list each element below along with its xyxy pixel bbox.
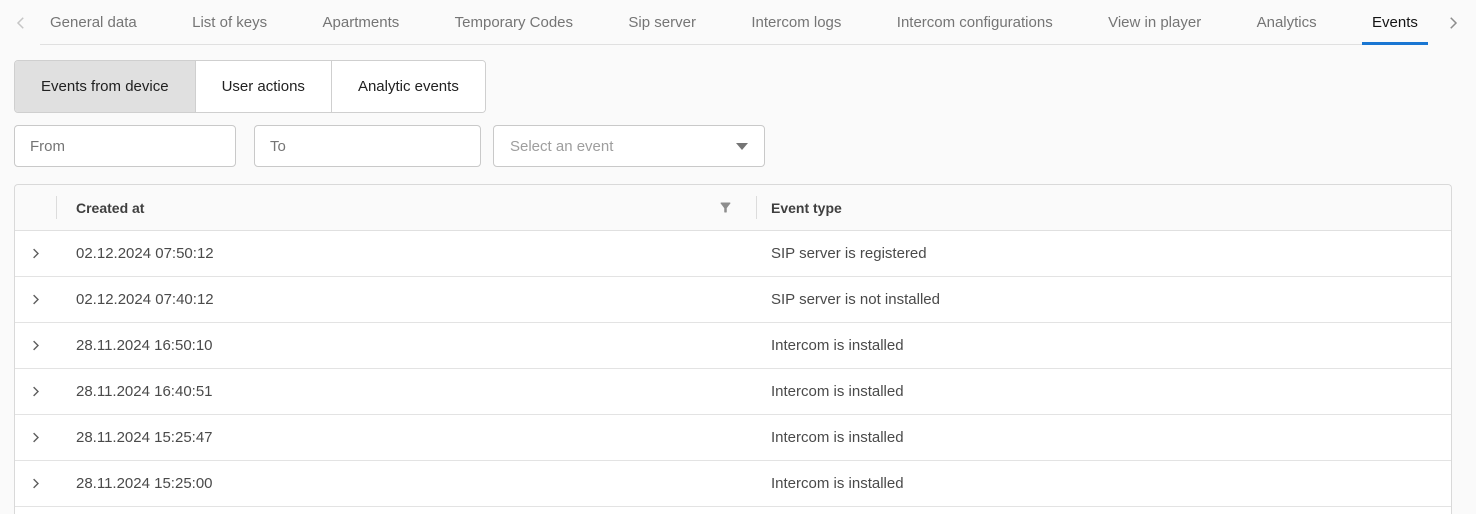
created-at-value: 02.12.2024 07:50:12 [76, 245, 214, 262]
table-header-row: Created at Event type [15, 185, 1451, 231]
nav-tab-label: Temporary Codes [455, 14, 573, 31]
chevron-right-icon [28, 430, 43, 445]
table-row[interactable]: 02.12.2024 07:40:12 SIP server is not in… [15, 277, 1451, 323]
table-row[interactable]: 28.11.2024 16:50:10 Intercom is installe… [15, 323, 1451, 369]
chevron-left-icon [12, 14, 30, 32]
nav-tab[interactable]: Analytics [1247, 0, 1327, 44]
nav-tab-label: Analytics [1257, 14, 1317, 31]
created-at-value: 28.11.2024 16:50:10 [76, 337, 213, 354]
nav-tab-label: Sip server [628, 14, 696, 31]
expand-column-header [15, 185, 56, 230]
event-type-value: Intercom is installed [771, 429, 904, 446]
created-at-value: 28.11.2024 16:40:51 [76, 383, 213, 400]
nav-tab[interactable]: Temporary Codes [445, 0, 583, 44]
chevron-right-icon [28, 246, 43, 261]
event-type-cell: Intercom is installed [756, 461, 1451, 506]
event-source-tab-group: Events from device User actions Analytic… [14, 60, 486, 113]
tabs-scroll-left-button[interactable] [12, 0, 30, 45]
table-row[interactable]: 28.11.2024 15:25:47 Intercom is installe… [15, 415, 1451, 461]
created-at-value: 28.11.2024 15:25:00 [76, 475, 213, 492]
created-at-cell: 28.11.2024 15:25:00 [56, 461, 756, 506]
nav-tab[interactable]: Sip server [618, 0, 706, 44]
created-at-cell: 02.12.2024 07:40:12 [56, 277, 756, 322]
event-source-tab[interactable]: Events from device [15, 61, 195, 112]
row-expand-button[interactable] [15, 231, 56, 276]
event-type-value: Intercom is installed [771, 337, 904, 354]
table-row[interactable]: 28.11.2024 15:25:00 Intercom is installe… [15, 461, 1451, 507]
event-source-tab-label: Events from device [41, 78, 169, 95]
nav-tab[interactable]: List of keys [182, 0, 277, 44]
event-type-value: Intercom is installed [771, 475, 904, 492]
nav-tab[interactable]: Intercom logs [741, 0, 851, 44]
events-table: Created at Event type [14, 184, 1452, 514]
nav-tab-label: Intercom configurations [897, 14, 1053, 31]
row-expand-button[interactable] [15, 415, 56, 460]
row-expand-button[interactable] [15, 277, 56, 322]
nav-tab[interactable]: Intercom configurations [887, 0, 1063, 44]
expand-cell [15, 369, 56, 414]
created-at-header-label: Created at [76, 200, 144, 216]
created-at-cell: 28.11.2024 16:50:10 [56, 323, 756, 368]
created-at-value: 28.11.2024 15:25:47 [76, 429, 213, 446]
event-source-tab[interactable]: User actions [195, 61, 331, 112]
expand-cell [15, 323, 56, 368]
date-from-input[interactable] [14, 125, 236, 167]
chevron-right-icon [28, 292, 43, 307]
date-to-input[interactable] [254, 125, 481, 167]
created-at-value: 02.12.2024 07:40:12 [76, 291, 214, 308]
top-tab-bar: General data List of keys Apartments Tem… [0, 0, 1476, 46]
chevron-right-icon [28, 476, 43, 491]
event-type-cell: Intercom is installed [756, 323, 1451, 368]
table-row[interactable]: 02.12.2024 07:50:12 SIP server is regist… [15, 231, 1451, 277]
event-source-tab[interactable]: Analytic events [331, 61, 485, 112]
expand-cell [15, 415, 56, 460]
event-type-value: Intercom is installed [771, 383, 904, 400]
nav-tab-label: View in player [1108, 14, 1201, 31]
event-type-cell: SIP server is registered [756, 231, 1451, 276]
nav-tab-label: Events [1372, 14, 1418, 31]
chevron-right-icon [28, 338, 43, 353]
created-at-column-header: Created at [56, 185, 756, 230]
created-at-cell: 28.11.2024 16:40:51 [56, 369, 756, 414]
expand-cell [15, 277, 56, 322]
nav-tab[interactable]: View in player [1098, 0, 1211, 44]
nav-tab-label: List of keys [192, 14, 267, 31]
expand-cell [15, 231, 56, 276]
filter-funnel-icon[interactable] [718, 200, 733, 215]
event-type-select-placeholder: Select an event [510, 138, 613, 155]
expand-cell [15, 461, 56, 506]
nav-tab-label: Apartments [323, 14, 400, 31]
filters-bar: Select an event [14, 125, 1476, 167]
event-type-value: SIP server is registered [771, 245, 927, 262]
nav-tab[interactable]: General data [40, 0, 147, 44]
table-row[interactable]: 28.11.2024 16:40:51 Intercom is installe… [15, 369, 1451, 415]
event-type-cell: Intercom is installed [756, 369, 1451, 414]
nav-tab[interactable]: Apartments [313, 0, 410, 44]
table-body: 02.12.2024 07:50:12 SIP server is regist… [15, 231, 1451, 507]
event-type-value: SIP server is not installed [771, 291, 940, 308]
event-type-select[interactable]: Select an event [493, 125, 765, 167]
row-expand-button[interactable] [15, 461, 56, 506]
event-type-cell: Intercom is installed [756, 415, 1451, 460]
tab-list: General data List of keys Apartments Tem… [40, 0, 1428, 45]
nav-tab-label: Intercom logs [751, 14, 841, 31]
tabs-scroll-right-button[interactable] [1444, 0, 1462, 45]
event-source-tab-label: User actions [222, 78, 305, 95]
event-type-header-label: Event type [771, 200, 842, 216]
created-at-cell: 28.11.2024 15:25:47 [56, 415, 756, 460]
row-expand-button[interactable] [15, 369, 56, 414]
event-source-tab-label: Analytic events [358, 78, 459, 95]
chevron-right-icon [28, 384, 43, 399]
row-expand-button[interactable] [15, 323, 56, 368]
nav-tab-label: General data [50, 14, 137, 31]
event-type-cell: SIP server is not installed [756, 277, 1451, 322]
dropdown-arrow-icon [736, 143, 748, 150]
chevron-right-icon [1444, 14, 1462, 32]
created-at-cell: 02.12.2024 07:50:12 [56, 231, 756, 276]
nav-tab[interactable]: Events [1362, 0, 1428, 44]
event-type-column-header: Event type [756, 185, 1451, 230]
